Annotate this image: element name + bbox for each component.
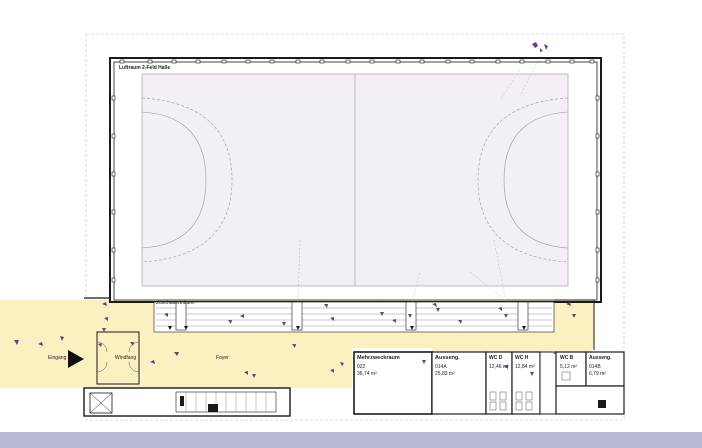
room-wc-d-name: WC D — [489, 355, 503, 361]
hall-label: Luftraum 2-Feld Halle — [119, 65, 171, 71]
room-ausseng-b-number: 014B — [589, 364, 601, 370]
room-wc-b-name: WC B — [560, 355, 574, 361]
room-ausseng-b-name: Ausseng. — [589, 355, 612, 361]
south-door-mark — [180, 396, 184, 406]
room-mehrzweckraum-name: Mehrzweckraum — [357, 355, 400, 361]
bottom-bar — [0, 432, 702, 448]
windfang-label: Windfang — [115, 355, 137, 361]
room-wc-h-name: WC H — [515, 355, 529, 361]
room-wc-h-area: 12,84 m² — [515, 364, 535, 370]
south-stair-block — [208, 404, 218, 412]
room-ausseng-a-name: Ausseng. — [435, 355, 460, 361]
east-wing — [555, 385, 625, 415]
room-ausseng-a-area: 25,83 m² — [435, 371, 455, 377]
room-corridor — [539, 351, 557, 415]
east-stair-block — [598, 400, 606, 408]
room-wc-d-area: 12,46 m² — [489, 364, 509, 370]
room-ausseng-a-number: 014A — [435, 364, 447, 370]
room-mehrzweckraum-number: 022 — [357, 364, 366, 370]
room-mehrzweckraum-area: 36,74 m² — [357, 371, 377, 377]
entrance-label: Eingang — [48, 355, 67, 361]
tribune-label: Zuschauertribüne — [156, 300, 195, 306]
foyer-label: Foyer — [216, 355, 229, 361]
room-ausseng-b-area: 6,79 m² — [589, 371, 606, 377]
room-wc-b-area: 5,12 m² — [560, 364, 577, 370]
tribune — [153, 301, 555, 333]
